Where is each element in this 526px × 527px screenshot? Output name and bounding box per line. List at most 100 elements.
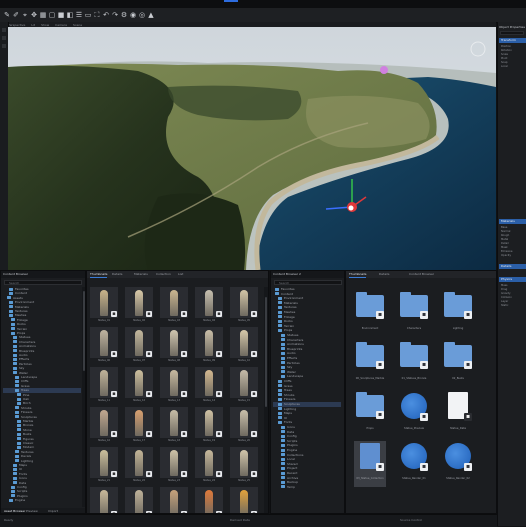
grid-icon[interactable]: ▦ <box>39 11 47 19</box>
thumbnail-scrollbar[interactable] <box>264 287 268 513</box>
asset-thumbnail[interactable]: ▪ Statue_12 <box>125 367 153 402</box>
property-row[interactable]: Position <box>501 45 523 48</box>
folder-tree[interactable]: Favorites Content Assets Environment Materia… <box>3 287 81 507</box>
eyedropper-icon[interactable]: ⌖ <box>21 11 29 19</box>
assets-tab[interactable]: Details <box>379 272 389 277</box>
settings-icon[interactable]: ⚙ <box>120 11 128 19</box>
asset-thumbnail[interactable]: ▪ Statue_09 <box>195 327 223 362</box>
assets-tab[interactable]: Content Browser <box>409 272 434 277</box>
asset-thumbnail[interactable]: ▪ Statue_07 <box>125 327 153 362</box>
asset-thumbnail[interactable]: ▪ Statue_22 <box>125 447 153 482</box>
asset-item[interactable]: ▪ 03_Statue_Collection <box>354 441 386 487</box>
property-row[interactable]: Static <box>501 304 523 307</box>
tree-search-input[interactable]: Search <box>4 280 82 285</box>
square-icon[interactable]: ■ <box>57 11 65 19</box>
asset-item[interactable]: ▪ Characters <box>398 291 430 337</box>
asset-thumbnail[interactable]: ▪Statue_26 <box>90 487 118 513</box>
folder-tree-2[interactable]: Favorites Content Environment Materials Text… <box>273 287 341 511</box>
brush-icon[interactable]: ✎ <box>3 11 11 19</box>
property-row[interactable]: Scale <box>501 53 523 56</box>
sun-marker[interactable] <box>380 66 388 74</box>
asset-thumbnail[interactable]: ▪ Statue_18 <box>160 407 188 442</box>
asset-thumbnail[interactable]: ▪ Statue_05 <box>230 287 258 322</box>
asset-grid[interactable]: ▪ Environment ▪ Characters ▪ Lighting ▪ 00_Scul… <box>348 285 494 513</box>
asset-thumbnail[interactable]: ▪ Statue_20 <box>230 407 258 442</box>
asset-item[interactable]: ▪ Statue_Data <box>442 391 474 437</box>
asset-thumbnail[interactable]: ▪Statue_29 <box>195 487 223 513</box>
asset-thumbnail[interactable]: ▪ Statue_11 <box>90 367 118 402</box>
property-row[interactable]: Drag <box>501 288 523 291</box>
section-header[interactable]: Transform <box>499 38 526 43</box>
asset-thumbnail[interactable]: ▪ Statue_23 <box>160 447 188 482</box>
asset-thumbnail[interactable]: ▪ Statue_13 <box>160 367 188 402</box>
properties-search-input[interactable] <box>500 31 524 35</box>
asset-thumbnail[interactable]: ▪ Statue_04 <box>195 287 223 322</box>
section-header[interactable]: Details <box>499 264 526 269</box>
asset-thumbnail[interactable]: ▪Statue_30 <box>230 487 258 513</box>
asset-thumbnail[interactable]: ▪ Statue_01 <box>90 287 118 322</box>
assets-tab[interactable]: Thumbnails <box>349 272 367 278</box>
asset-item[interactable]: ▪ 00_Sculptures_Marble <box>354 341 386 387</box>
tool-rotate-icon[interactable] <box>2 44 6 48</box>
tree2-search-input[interactable]: Search <box>274 280 342 285</box>
property-row[interactable]: Rough <box>501 234 523 237</box>
status-right[interactable]: Source Control <box>400 518 422 522</box>
asset-thumbnail[interactable]: ▪ Statue_14 <box>195 367 223 402</box>
asset-item[interactable]: ▪ Statue_Render_01 <box>398 441 430 487</box>
section-header[interactable]: Physics <box>499 277 526 282</box>
terrain-render[interactable] <box>8 27 496 270</box>
asset-thumbnail[interactable]: ▪ Statue_15 <box>230 367 258 402</box>
eye-icon[interactable]: ◎ <box>138 11 146 19</box>
tool-move-icon[interactable] <box>2 36 6 40</box>
thumbnail-tab[interactable]: Thumbnails <box>90 272 108 278</box>
asset-thumbnail[interactable]: ▪ Statue_19 <box>195 407 223 442</box>
asset-thumbnail[interactable]: ▪ Statue_02 <box>125 287 153 322</box>
asset-thumbnail[interactable]: ▪ Statue_03 <box>160 287 188 322</box>
pencil-icon[interactable]: ✐ <box>12 11 20 19</box>
asset-thumbnail[interactable]: ▪ Statue_21 <box>90 447 118 482</box>
asset-thumbnail[interactable]: ▪Statue_27 <box>125 487 153 513</box>
box-icon[interactable]: ◧ <box>66 11 74 19</box>
tree-item[interactable]: Engine <box>3 498 81 503</box>
asset-thumbnail[interactable]: ▪ Statue_06 <box>90 327 118 362</box>
thumbnail-tab[interactable]: Collection <box>156 272 171 277</box>
window-icon[interactable]: ▭ <box>84 11 92 19</box>
property-row[interactable]: Base <box>501 226 523 229</box>
thumbnail-tab[interactable]: Details <box>112 272 122 277</box>
thumbnail-tab[interactable]: Materials <box>134 272 148 277</box>
asset-item[interactable]: ▪ 01_Statues_Bronze <box>398 341 430 387</box>
asset-item[interactable]: ▪ Props <box>354 391 386 437</box>
asset-item[interactable]: ▪ Lighting <box>442 291 474 337</box>
property-row[interactable]: Opacity <box>501 254 523 257</box>
redo-icon[interactable]: ↷ <box>111 11 119 19</box>
thumbnail-grid[interactable]: ▪ Statue_01 ▪ Statue_02 ▪ Statue_03 ▪ Statue_04… <box>90 287 262 513</box>
property-row[interactable]: Layer <box>501 300 523 303</box>
property-row[interactable]: Mask <box>501 246 523 249</box>
fullscreen-icon[interactable]: ⛶ <box>93 11 101 19</box>
layers-icon[interactable]: ☰ <box>75 11 83 19</box>
undo-icon[interactable]: ↶ <box>102 11 110 19</box>
tree-item[interactable]: Temp <box>273 485 341 490</box>
frame-icon[interactable]: ▢ <box>48 11 56 19</box>
property-row[interactable]: Local <box>501 65 523 68</box>
property-row[interactable]: Metal <box>501 238 523 241</box>
property-row[interactable]: Rotation <box>501 49 523 52</box>
asset-thumbnail[interactable]: ▪ Statue_16 <box>90 407 118 442</box>
property-row[interactable]: Mass <box>501 284 523 287</box>
tool-select-icon[interactable] <box>2 28 6 32</box>
property-row[interactable]: Detail <box>501 242 523 245</box>
asset-thumbnail[interactable]: ▪ Statue_10 <box>230 327 258 362</box>
property-row[interactable]: Collision <box>501 296 523 299</box>
property-row[interactable]: Normal <box>501 230 523 233</box>
move-icon[interactable]: ✥ <box>30 11 38 19</box>
asset-thumbnail[interactable]: ▪ Statue_08 <box>160 327 188 362</box>
property-row[interactable]: Pivot <box>501 57 523 60</box>
property-row[interactable]: Gravity <box>501 292 523 295</box>
thumbnail-tab[interactable]: List <box>178 272 183 277</box>
asset-item[interactable]: ▪ 02_Busts <box>442 341 474 387</box>
asset-thumbnail[interactable]: ▪Statue_28 <box>160 487 188 513</box>
asset-item[interactable]: ▪ Statue_Preview <box>398 391 430 437</box>
asset-thumbnail[interactable]: ▪ Statue_24 <box>195 447 223 482</box>
section-header[interactable]: Materials <box>499 219 526 224</box>
asset-item[interactable]: ▪ Environment <box>354 291 386 337</box>
